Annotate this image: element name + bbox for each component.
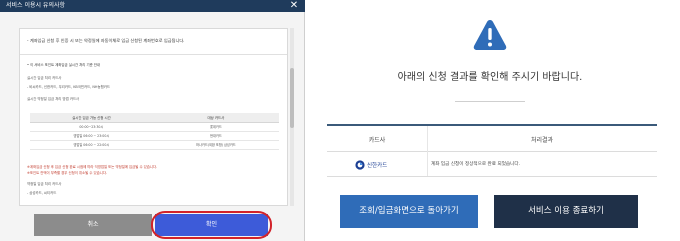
divider — [455, 101, 525, 102]
notice-intro: - 계좌입금 신청 후 인증 시 또는 약정일에 자동이체로 입금 신청된 계좌… — [20, 29, 287, 55]
notice-line: 실시간 약정일 입금 처리 방법 카드사 — [27, 97, 80, 101]
table-header-row: 실시간 입금 가능 신청 시간 대상 카드사 — [30, 113, 279, 123]
table-row: 00:00~23:30시 롯데카드 — [30, 122, 279, 132]
screen: 서비스 이용시 유의사항 ✕ - 계좌입금 신청 후 인증 시 또는 약정일에 … — [0, 0, 680, 241]
table-cell: 00:00~23:30시 — [30, 122, 153, 132]
shinhan-logo-icon — [355, 160, 365, 170]
notice-line: - 비씨카드, 신한카드, 우리카드, KB국민카드, NH농협카드 — [27, 85, 110, 89]
modal-scrollbar[interactable] — [290, 28, 294, 206]
cancel-button[interactable]: 취소 — [34, 214, 152, 236]
close-icon[interactable]: ✕ — [289, 0, 299, 12]
table-header: 실시간 입금 가능 신청 시간 — [30, 113, 153, 123]
notice-table: 실시간 입금 가능 신청 시간 대상 카드사 00:00~23:30시 롯데카드… — [30, 113, 279, 150]
notice-content-box: - 계좌입금 신청 후 인증 시 또는 약정일에 자동이체로 입금 신청된 계좌… — [19, 28, 288, 206]
back-to-inquiry-button[interactable]: 조회/입금화면으로 돌아가기 — [340, 195, 478, 228]
notice-line: 실시간 입금 처리 카드사 — [27, 76, 62, 80]
result-headline: 아래의 신청 결과를 확인해 주시기 바랍니다. — [397, 72, 583, 83]
modal-header: 서비스 이용시 유의사항 ✕ — [0, 0, 305, 12]
scrollbar-thumb[interactable] — [290, 68, 294, 128]
card-name: 신한카드 — [367, 163, 388, 169]
footnote: - 삼성카드, 씨티카드 — [27, 191, 57, 195]
table-cell: 롯데카드 — [152, 122, 279, 132]
table-row: 영업일 06:00 ~ 23:00시 현대카드 — [30, 131, 279, 141]
column-header-card: 카드사 — [368, 137, 386, 144]
table-cell: 영업일 06:00 ~ 22:00시 — [30, 140, 153, 150]
table-row: 신한카드 계좌 입금 신청이 정상적으로 완료 되었습니다. — [327, 153, 657, 177]
result-text: 계좌 입금 신청이 정상적으로 완료 되었습니다. — [431, 162, 521, 167]
table-header: 대상 카드사 — [152, 113, 279, 123]
exit-service-button[interactable]: 서비스 이용 종료하기 — [494, 195, 638, 228]
table-cell: 하나카드(외환 포함) 삼성카드 — [152, 140, 279, 150]
notice-intro-text: - 계좌입금 신청 후 인증 시 또는 약정일에 자동이체로 입금 신청된 계좌… — [27, 38, 185, 43]
notice-line: • 이 서비스 포인트 계좌입금 실시간 처리 기준 안내 — [27, 63, 101, 67]
warning-triangle-icon — [472, 18, 508, 52]
table-cell: 영업일 06:00 ~ 23:00시 — [30, 131, 153, 141]
column-header-result: 처리결과 — [530, 137, 554, 144]
card-cell: 신한카드 — [355, 159, 435, 171]
table-header-row: 카드사 처리결과 — [327, 126, 657, 152]
footnote: 약정일 입금 처리 카드사 — [27, 182, 62, 186]
notice-modal: 서비스 이용시 유의사항 ✕ - 계좌입금 신청 후 인증 시 또는 약정일에 … — [0, 0, 305, 241]
footnote: ※포인트 잔액이 부족할 경우 신청이 취소될 수 있습니다. — [27, 171, 108, 175]
modal-title: 서비스 이용시 유의사항 — [6, 2, 66, 9]
confirm-highlight-ring — [151, 211, 272, 239]
table-cell: 현대카드 — [152, 131, 279, 141]
footnote: ※계좌입금 신청 후 입금 신청 완료 시점에 따라 익영업일 또는 약정일에 … — [27, 165, 158, 169]
table-row: 영업일 06:00 ~ 22:00시 하나카드(외환 포함) 삼성카드 — [30, 140, 279, 150]
